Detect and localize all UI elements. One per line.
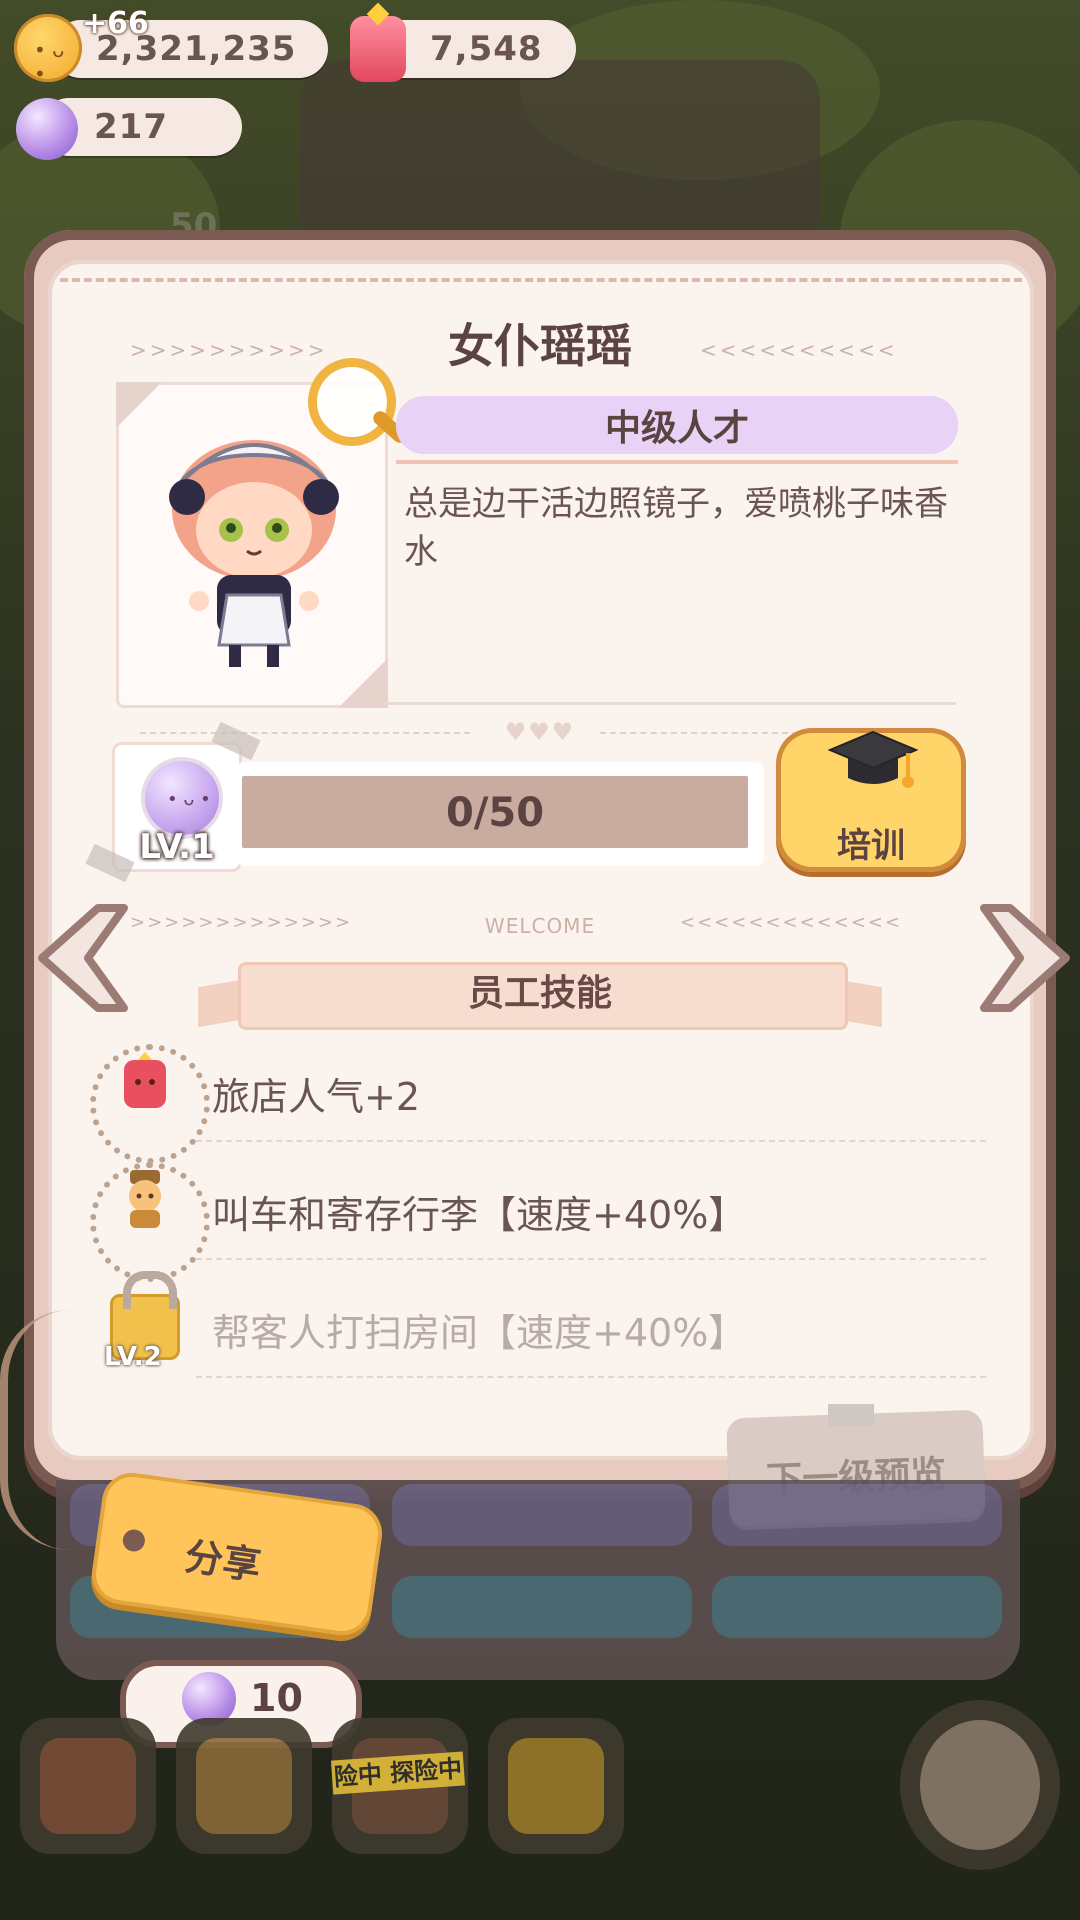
level-card: • ᴗ • LV.1 (112, 742, 242, 872)
rank-badge: 中级人才 (396, 396, 958, 454)
train-label: 培训 (837, 826, 905, 866)
mascot-icon (920, 1720, 1040, 1850)
shop-bag-icon (508, 1738, 604, 1834)
skill-row: 旅店人气+2 (90, 1044, 990, 1164)
nav-character-button[interactable] (900, 1700, 1060, 1870)
welcome-divider: WELCOME (484, 914, 596, 938)
staff-description: 总是边干活边照镜子，爱喷桃子味香水 (404, 484, 948, 572)
staff-name: 女仆瑶瑶 (448, 319, 632, 373)
skills-banner: 员工技能 (198, 956, 882, 1046)
journal-icon (196, 1738, 292, 1834)
gem-value: 217 (94, 107, 168, 147)
popularity-value: 7,548 (430, 29, 543, 69)
share-label: 分享 (182, 1534, 264, 1589)
magnifier-icon[interactable] (308, 358, 396, 446)
skill-row: 叫车和寄存行李【速度+40%】 (90, 1162, 990, 1282)
nav-home-button[interactable] (20, 1718, 156, 1854)
skills-title: 员工技能 (467, 973, 612, 1014)
chevron-right-icon (980, 904, 1070, 1012)
skill-text: 旅店人气+2 (212, 1075, 421, 1119)
nav-journal-button[interactable] (176, 1718, 312, 1854)
nav-shop-button[interactable] (488, 1718, 624, 1854)
coin-gain-text: +66 (82, 6, 149, 41)
skill-text: 叫车和寄存行李【速度+40%】 (212, 1193, 747, 1237)
gem-icon (16, 98, 78, 160)
exp-progress-bar: 0/50 (242, 776, 748, 848)
next-staff-button[interactable] (970, 902, 1080, 1014)
candy-icon (124, 1052, 166, 1108)
bellhop-icon (129, 1170, 161, 1228)
maid-character-icon (169, 440, 339, 667)
share-reward-value: 10 (250, 1676, 303, 1720)
cookie-coin-icon: • ᴗ • (14, 14, 82, 86)
train-button[interactable]: 培训 (776, 728, 966, 872)
skill-row-locked: LV.2 帮客人打扫房间【速度+40%】 (90, 1271, 990, 1390)
popularity-candy-icon (350, 16, 406, 82)
skill-text: 帮客人打扫房间【速度+40%】 (212, 1311, 747, 1355)
graduation-cap-icon (828, 730, 918, 788)
previous-staff-button[interactable] (28, 902, 138, 1014)
exp-text: 0/50 (445, 790, 545, 836)
mushroom-house-icon (40, 1738, 136, 1834)
chevron-left-icon (38, 904, 128, 1012)
